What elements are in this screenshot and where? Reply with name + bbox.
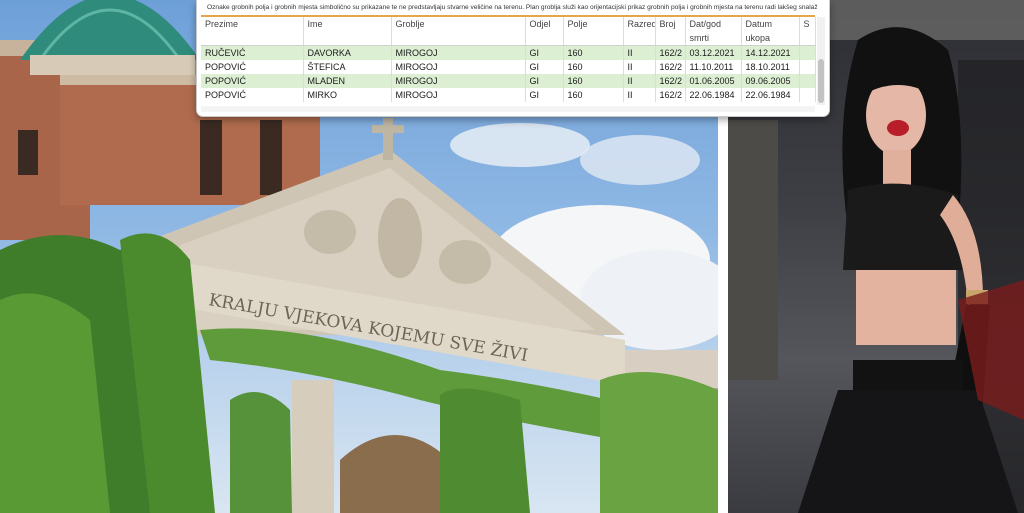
column-subheader	[655, 31, 686, 46]
cell-ime: MLADEN	[303, 74, 392, 88]
cell-groblje: MIROGOJ	[391, 88, 526, 102]
cell-datum-smrti: 11.10.2011	[685, 60, 742, 74]
column-subheader	[799, 31, 816, 46]
horizontal-scrollbar[interactable]	[201, 106, 815, 112]
column-subheader	[201, 31, 304, 46]
cell-datum-ukopa: 18.10.2011	[741, 60, 800, 74]
cell-broj: 162/2	[655, 74, 686, 88]
column-header-groblje[interactable]: Groblje	[391, 17, 526, 31]
cell-razred: II	[623, 60, 656, 74]
cell-polje: 160	[563, 60, 624, 74]
column-header-prezime[interactable]: Prezime	[201, 17, 304, 31]
cell-odjel: GI	[525, 74, 564, 88]
cell-s	[799, 60, 816, 74]
cell-datum-ukopa: 22.06.1984	[741, 88, 800, 102]
table-subheader-row: smrti ukopa	[201, 31, 816, 46]
vertical-scrollbar[interactable]	[817, 17, 825, 105]
cell-broj: 162/2	[655, 88, 686, 102]
cell-odjel: GI	[525, 88, 564, 102]
cell-broj: 162/2	[655, 45, 686, 60]
cell-odjel: GI	[525, 45, 564, 60]
table-row[interactable]: POPOVIĆ MLADEN MIROGOJ GI 160 II 162/2 0…	[201, 74, 816, 88]
column-subheader	[563, 31, 624, 46]
cell-datum-ukopa: 14.12.2021	[741, 45, 800, 60]
column-header-razred[interactable]: Razred	[623, 17, 656, 31]
cell-polje: 160	[563, 74, 624, 88]
cell-prezime: RUČEVIĆ	[201, 45, 304, 60]
cell-broj: 162/2	[655, 60, 686, 74]
column-header-broj[interactable]: Broj	[655, 17, 686, 31]
column-subheader	[303, 31, 392, 46]
column-subheader	[623, 31, 656, 46]
cell-polje: 160	[563, 88, 624, 102]
column-header-odjel[interactable]: Odjel	[525, 17, 564, 31]
table-row[interactable]: RUČEVIĆ DAVORKA MIROGOJ GI 160 II 162/2 …	[201, 45, 816, 60]
cell-s	[799, 45, 816, 60]
column-header-polje[interactable]: Polje	[563, 17, 624, 31]
cell-datum-smrti: 22.06.1984	[685, 88, 742, 102]
table-row[interactable]: POPOVIĆ MIRKO MIROGOJ GI 160 II 162/2 22…	[201, 88, 816, 102]
cell-groblje: MIROGOJ	[391, 45, 526, 60]
cell-s	[799, 74, 816, 88]
column-subheader-smrti: smrti	[685, 31, 742, 46]
cell-prezime: POPOVIĆ	[201, 60, 304, 74]
cell-s	[799, 88, 816, 102]
column-header-dat-god[interactable]: Dat/god	[685, 17, 742, 31]
map-disclaimer-note: Oznake grobnih polja i grobnih mjesta si…	[207, 4, 817, 11]
cell-odjel: GI	[525, 60, 564, 74]
cell-prezime: POPOVIĆ	[201, 88, 304, 102]
cell-razred: II	[623, 88, 656, 102]
scrollbar-thumb[interactable]	[818, 59, 824, 103]
cell-groblje: MIROGOJ	[391, 74, 526, 88]
table-row[interactable]: POPOVIĆ ŠTEFICA MIROGOJ GI 160 II 162/2 …	[201, 60, 816, 74]
cell-ime: DAVORKA	[303, 45, 392, 60]
cell-datum-ukopa: 09.06.2005	[741, 74, 800, 88]
column-subheader-ukopa: ukopa	[741, 31, 800, 46]
cell-datum-smrti: 03.12.2021	[685, 45, 742, 60]
cell-groblje: MIROGOJ	[391, 60, 526, 74]
column-subheader	[391, 31, 526, 46]
table-header-row: Prezime Ime Groblje Odjel Polje Razred B…	[201, 17, 816, 31]
column-header-datum[interactable]: Datum	[741, 17, 800, 31]
cell-ime: ŠTEFICA	[303, 60, 392, 74]
column-subheader	[525, 31, 564, 46]
cell-ime: MIRKO	[303, 88, 392, 102]
cell-razred: II	[623, 45, 656, 60]
column-header-ime[interactable]: Ime	[303, 17, 392, 31]
column-header-s[interactable]: S	[799, 17, 816, 31]
cell-razred: II	[623, 74, 656, 88]
grave-records-window: Oznake grobnih polja i grobnih mjesta si…	[196, 0, 830, 117]
cell-polje: 160	[563, 45, 624, 60]
cell-prezime: POPOVIĆ	[201, 74, 304, 88]
grave-records-table: Prezime Ime Groblje Odjel Polje Razred B…	[201, 17, 816, 102]
cell-datum-smrti: 01.06.2005	[685, 74, 742, 88]
